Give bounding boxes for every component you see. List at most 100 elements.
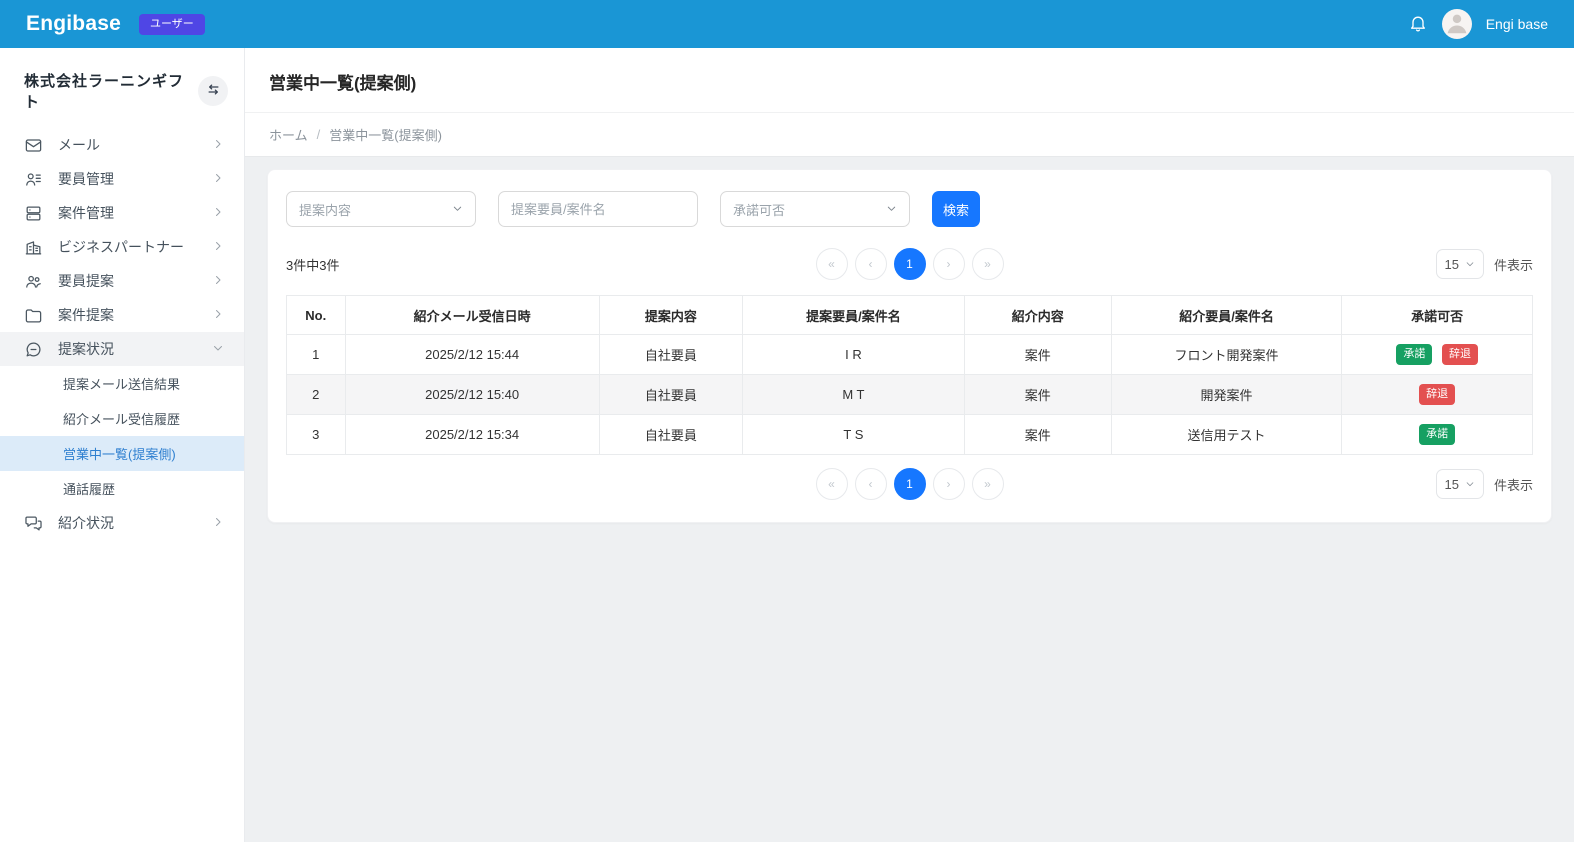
page-size-select[interactable]: 15 xyxy=(1436,249,1484,279)
first-page-button[interactable]: « xyxy=(816,248,848,280)
sidebar-item-label: 紹介状況 xyxy=(58,513,212,533)
cell-no: 1 xyxy=(287,335,346,375)
chevron-right-icon xyxy=(212,137,224,153)
cell-no: 2 xyxy=(287,375,346,415)
cell-no: 3 xyxy=(287,415,346,455)
page-size-suffix: 件表示 xyxy=(1494,255,1533,274)
person-icon xyxy=(1442,9,1472,39)
chevron-right-icon xyxy=(212,273,224,289)
sidebar-item-mail[interactable]: メール xyxy=(0,128,244,162)
user-avatar[interactable] xyxy=(1442,9,1472,39)
table-row: 3 2025/2/12 15:34 自社要員 T S 案件 送信用テスト 承諾 xyxy=(287,415,1533,455)
page-size-select[interactable]: 15 xyxy=(1436,469,1484,499)
breadcrumb: ホーム / 営業中一覧(提案側) xyxy=(245,112,1574,157)
breadcrumb-current: 営業中一覧(提案側) xyxy=(329,125,442,144)
page-1-button[interactable]: 1 xyxy=(894,468,926,500)
submenu-item-label: 営業中一覧(提案側) xyxy=(63,444,176,463)
decline-button[interactable]: 辞退 xyxy=(1442,344,1478,365)
title-bar: 営業中一覧(提案側) xyxy=(245,48,1574,112)
cell-intro-type: 案件 xyxy=(964,375,1111,415)
folder-icon xyxy=(24,306,43,325)
header-left: Engibase ユーザー xyxy=(26,12,205,36)
prev-page-button[interactable]: ‹ xyxy=(855,468,887,500)
mail-icon xyxy=(24,136,43,155)
approve-button[interactable]: 承諾 xyxy=(1396,344,1432,365)
keyword-input[interactable] xyxy=(498,191,698,227)
sidebar-collapse-button[interactable] xyxy=(198,76,228,106)
breadcrumb-home[interactable]: ホーム xyxy=(269,125,308,144)
sidebar-item-personnel-proposal[interactable]: 要員提案 xyxy=(0,264,244,298)
select-value: 提案内容 xyxy=(299,200,351,219)
cell-proposal-name: T S xyxy=(743,415,965,455)
proposal-type-select[interactable]: 提案内容 xyxy=(286,191,476,227)
submenu-item-active-sales-list[interactable]: 営業中一覧(提案側) xyxy=(0,436,244,471)
role-badge: ユーザー xyxy=(139,14,205,35)
sidebar-item-proposal-status[interactable]: 提案状況 xyxy=(0,332,244,366)
approve-button[interactable]: 承諾 xyxy=(1419,424,1455,445)
decline-button[interactable]: 辞退 xyxy=(1419,384,1455,405)
proposals-table: No. 紹介メール受信日時 提案内容 提案要員/案件名 紹介内容 紹介要員/案件… xyxy=(286,295,1533,455)
submenu-item-intro-mail-history[interactable]: 紹介メール受信履歴 xyxy=(0,401,244,436)
notifications-button[interactable] xyxy=(1408,13,1428,36)
last-page-button[interactable]: » xyxy=(972,468,1004,500)
user-name[interactable]: Engi base xyxy=(1486,16,1548,32)
people-icon xyxy=(24,272,43,291)
page-size-value: 15 xyxy=(1445,477,1459,492)
page-title: 営業中一覧(提案側) xyxy=(269,69,1550,94)
cell-proposal-type: 自社要員 xyxy=(599,335,742,375)
projects-icon xyxy=(24,204,43,223)
page-1-button[interactable]: 1 xyxy=(894,248,926,280)
company-row: 株式会社ラーニンギフト xyxy=(0,48,244,128)
approval-select[interactable]: 承諾可否 xyxy=(720,191,910,227)
cell-intro-name: フロント開発案件 xyxy=(1111,335,1342,375)
cell-intro-type: 案件 xyxy=(964,415,1111,455)
chat-bubbles-icon xyxy=(24,514,43,533)
last-page-button[interactable]: » xyxy=(972,248,1004,280)
sidebar-item-project-proposal[interactable]: 案件提案 xyxy=(0,298,244,332)
col-proposal-name: 提案要員/案件名 xyxy=(743,296,965,335)
chevron-down-icon xyxy=(452,202,463,217)
chevron-down-icon xyxy=(1465,477,1475,492)
personnel-icon xyxy=(24,170,43,189)
pagination-top: « ‹ 1 › » xyxy=(816,248,1004,280)
next-page-button[interactable]: › xyxy=(933,248,965,280)
sidebar-item-label: 要員管理 xyxy=(58,169,212,189)
building-icon xyxy=(24,238,43,257)
sidebar: 株式会社ラーニンギフト メール 要員管理 xyxy=(0,48,245,842)
app-logo: Engibase xyxy=(26,12,121,36)
sidebar-item-introduction-status[interactable]: 紹介状況 xyxy=(0,506,244,540)
result-count: 3件中3件 xyxy=(286,255,816,274)
sidebar-item-personnel-management[interactable]: 要員管理 xyxy=(0,162,244,196)
table-row: 2 2025/2/12 15:40 自社要員 M T 案件 開発案件 辞退 xyxy=(287,375,1533,415)
sidebar-item-label: 要員提案 xyxy=(58,271,212,291)
search-button[interactable]: 検索 xyxy=(932,191,980,227)
breadcrumb-separator: / xyxy=(317,127,321,142)
sidebar-item-project-management[interactable]: 案件管理 xyxy=(0,196,244,230)
table-row: 1 2025/2/12 15:44 自社要員 I R 案件 フロント開発案件 承… xyxy=(287,335,1533,375)
col-proposal-type: 提案内容 xyxy=(599,296,742,335)
chevron-down-icon xyxy=(1465,257,1475,272)
submenu-item-call-history[interactable]: 通話履歴 xyxy=(0,471,244,506)
next-page-button[interactable]: › xyxy=(933,468,965,500)
sidebar-item-label: 案件管理 xyxy=(58,203,212,223)
app-header: Engibase ユーザー Engi base xyxy=(0,0,1574,48)
prev-page-button[interactable]: ‹ xyxy=(855,248,887,280)
chevron-down-icon xyxy=(886,202,897,217)
filter-bar: 提案内容 承諾可否 検索 xyxy=(286,191,1533,227)
col-intro-type: 紹介内容 xyxy=(964,296,1111,335)
sidebar-item-business-partner[interactable]: ビジネスパートナー xyxy=(0,230,244,264)
pagination-bottom: « ‹ 1 › » xyxy=(816,468,1004,500)
sidebar-item-label: ビジネスパートナー xyxy=(58,237,212,257)
submenu-item-proposal-mail-results[interactable]: 提案メール送信結果 xyxy=(0,366,244,401)
chevron-right-icon xyxy=(212,307,224,323)
chevron-right-icon xyxy=(212,239,224,255)
chevron-right-icon xyxy=(212,515,224,531)
submenu-item-label: 通話履歴 xyxy=(63,479,115,498)
table-header-row: No. 紹介メール受信日時 提案内容 提案要員/案件名 紹介内容 紹介要員/案件… xyxy=(287,296,1533,335)
page-size-group: 15 件表示 xyxy=(1004,469,1534,499)
swap-arrows-icon xyxy=(206,82,221,100)
first-page-button[interactable]: « xyxy=(816,468,848,500)
sidebar-item-label: メール xyxy=(58,135,212,155)
chevron-right-icon xyxy=(212,205,224,221)
main-area: 営業中一覧(提案側) ホーム / 営業中一覧(提案側) 提案内容 承諾可否 xyxy=(245,48,1574,842)
